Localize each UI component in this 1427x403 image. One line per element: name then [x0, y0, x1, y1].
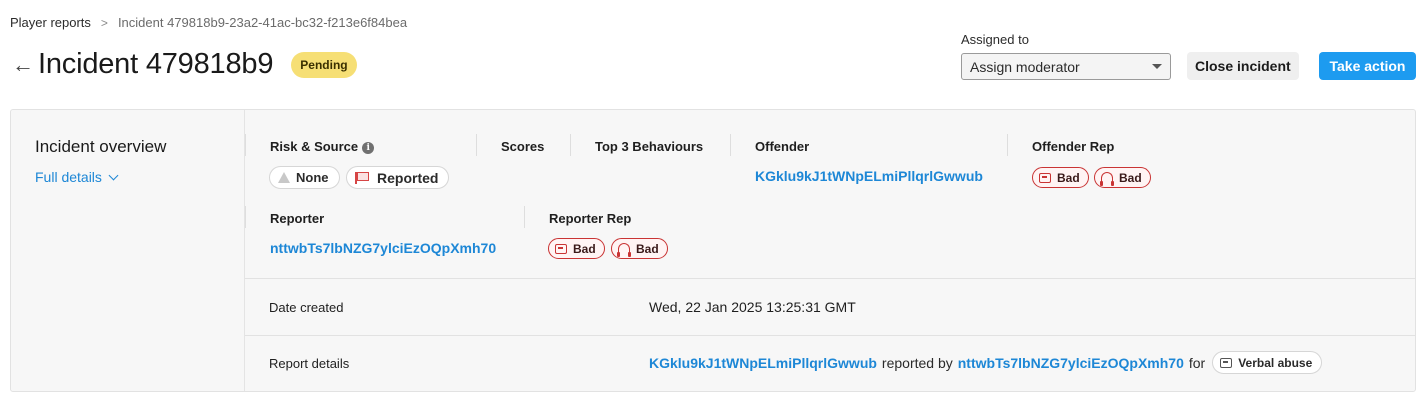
- date-created-label: Date created: [269, 300, 344, 315]
- offender-chat-rep-badge: Bad: [1032, 167, 1089, 188]
- headset-icon: [617, 243, 631, 257]
- reporter-chat-rep: Bad: [573, 241, 596, 256]
- assigned-to-label: Assigned to: [961, 32, 1029, 47]
- full-details-label: Full details: [35, 169, 102, 185]
- divider: [1007, 134, 1008, 156]
- assign-moderator-select[interactable]: Assign moderator: [961, 53, 1171, 80]
- top-behaviours-header: Top 3 Behaviours: [595, 139, 704, 154]
- reporter-link[interactable]: nttwbTs7lbNZG7ylciEzOQpXmh70: [270, 240, 496, 256]
- breadcrumb-player-reports[interactable]: Player reports: [10, 15, 91, 30]
- for-text: for: [1188, 354, 1206, 371]
- chat-icon: [1039, 172, 1051, 183]
- report-details-row: Report details KGklu9kJ1tWNpELmiPllqrlGw…: [245, 335, 1415, 391]
- title-row: ← Incident 479818b9 Pending: [12, 48, 357, 81]
- risk-source-header: Risk & Source i: [270, 139, 375, 154]
- divider: [730, 134, 731, 156]
- report-details-label: Report details: [269, 356, 350, 371]
- headset-icon: [1100, 172, 1114, 186]
- risk-source-label: Risk & Source: [270, 139, 359, 154]
- reporter-voice-rep-badge: Bad: [611, 238, 668, 259]
- reporter-chat-rep-badge: Bad: [548, 238, 605, 259]
- breadcrumb-current: Incident 479818b9-23a2-41ac-bc32-f213e6f…: [117, 15, 408, 30]
- chevron-right-icon: >: [100, 15, 108, 30]
- full-details-toggle[interactable]: Full details: [35, 169, 119, 185]
- info-icon[interactable]: i: [362, 142, 375, 154]
- divider: [570, 134, 571, 156]
- page-title: Incident 479818b9: [38, 48, 274, 80]
- reporter-voice-rep: Bad: [636, 241, 659, 256]
- overview-sidebar: Incident overview Full details: [11, 110, 245, 391]
- divider: [245, 134, 246, 156]
- divider: [524, 206, 525, 228]
- status-badge: Pending: [291, 51, 357, 78]
- report-reporter-link[interactable]: nttwbTs7lbNZG7ylciEzOQpXmh70: [958, 355, 1184, 371]
- offender-link[interactable]: KGklu9kJ1tWNpELmiPllqrlGwwub: [755, 168, 983, 184]
- report-offender-link[interactable]: KGklu9kJ1tWNpELmiPllqrlGwwub: [649, 355, 877, 371]
- flag-icon: [355, 172, 369, 184]
- risk-value: None: [296, 170, 329, 185]
- close-incident-button[interactable]: Close incident: [1187, 52, 1299, 80]
- scores-header: Scores: [501, 139, 545, 154]
- take-action-button[interactable]: Take action: [1319, 52, 1416, 80]
- category-pill: Verbal abuse: [1212, 351, 1323, 374]
- divider: [476, 134, 477, 156]
- reporter-rep-header: Reporter Rep: [549, 211, 632, 226]
- date-created-value: Wed, 22 Jan 2025 13:25:31 GMT: [649, 299, 856, 315]
- offender-rep-header: Offender Rep: [1032, 139, 1115, 154]
- offender-voice-rep-badge: Bad: [1094, 167, 1151, 188]
- offender-chat-rep: Bad: [1057, 170, 1080, 185]
- report-details-value: KGklu9kJ1tWNpELmiPllqrlGwwub reported by…: [649, 351, 1323, 374]
- risk-pill: None: [269, 166, 340, 189]
- breadcrumb: Player reports > Incident 479818b9-23a2-…: [10, 15, 407, 30]
- divider: [245, 206, 246, 228]
- date-created-row: Date created Wed, 22 Jan 2025 13:25:31 G…: [245, 278, 1415, 335]
- caret-down-icon: [1152, 64, 1162, 69]
- reporter-header: Reporter: [270, 211, 325, 226]
- overview-title: Incident overview: [35, 137, 167, 156]
- source-value: Reported: [377, 169, 439, 186]
- assign-moderator-value: Assign moderator: [970, 58, 1080, 75]
- offender-header: Offender: [755, 139, 810, 154]
- chevron-down-icon: [108, 170, 119, 180]
- chat-icon: [555, 243, 567, 254]
- warning-icon: [278, 172, 290, 183]
- chat-icon: [1220, 357, 1233, 368]
- reported-by-text: reported by: [881, 354, 953, 371]
- arrow-left-icon[interactable]: ←: [12, 53, 38, 76]
- source-pill: Reported: [346, 166, 450, 189]
- offender-voice-rep: Bad: [1119, 170, 1142, 185]
- incident-panel: Incident overview Full details Risk & So…: [10, 109, 1416, 392]
- category-value: Verbal abuse: [1238, 355, 1313, 370]
